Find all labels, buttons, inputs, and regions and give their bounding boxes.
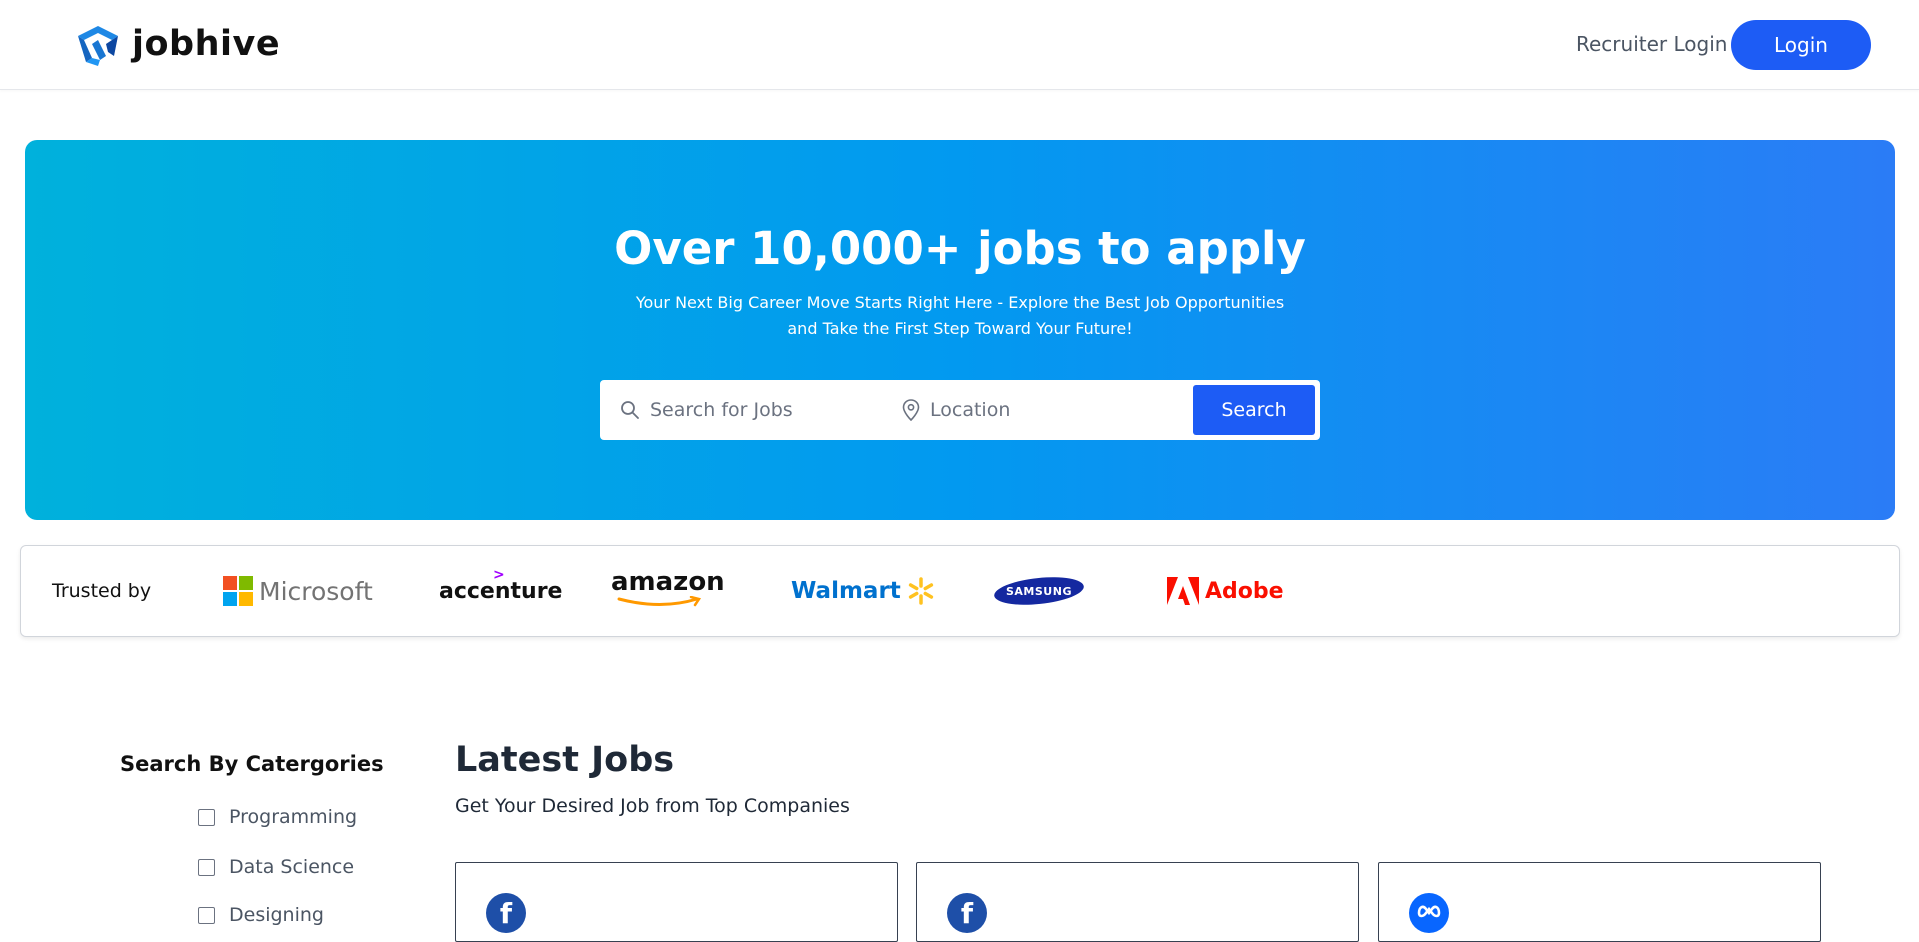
recruiter-login-link[interactable]: Recruiter Login (1576, 32, 1727, 56)
facebook-icon: f (486, 893, 526, 933)
accenture-chevron-icon: > (493, 566, 505, 583)
location-pin-icon (902, 399, 920, 421)
adobe-logo: Adobe (1167, 568, 1284, 614)
adobe-wordmark: Adobe (1205, 578, 1284, 604)
microsoft-wordmark: Microsoft (259, 576, 373, 606)
category-programming[interactable]: Programming (198, 806, 357, 828)
category-label: Data Science (229, 856, 355, 878)
checkbox[interactable] (198, 906, 215, 924)
latest-jobs-title: Latest Jobs (455, 740, 675, 780)
trusted-by-label: Trusted by (52, 580, 152, 602)
category-designing[interactable]: Designing (198, 904, 324, 926)
samsung-logo: SAMSUNG (993, 568, 1085, 614)
walmart-wordmark: Walmart (791, 578, 901, 604)
hero-subtitle: Your Next Big Career Move Starts Right H… (635, 293, 1285, 338)
job-search-field[interactable] (620, 380, 880, 440)
categories-title: Search By Catergories (120, 752, 384, 776)
jobhive-logo[interactable]: jobhive (74, 22, 280, 66)
job-card[interactable]: f (455, 862, 898, 942)
location-input[interactable] (930, 399, 1160, 421)
accenture-logo: accenture > (439, 567, 562, 614)
walmart-spark-icon (908, 577, 933, 605)
job-card[interactable] (1378, 862, 1821, 942)
amazon-logo: amazon (611, 568, 725, 614)
hero-title: Over 10,000+ jobs to apply (614, 222, 1306, 275)
walmart-logo: Walmart (791, 568, 935, 614)
samsung-ellipse-icon: SAMSUNG (994, 577, 1084, 605)
top-navbar: jobhive Recruiter Login Login (0, 0, 1919, 90)
facebook-icon: f (947, 893, 987, 933)
job-card[interactable]: f (916, 862, 1359, 942)
job-search-bar: Search (600, 380, 1320, 440)
accenture-wordmark: accenture > (439, 567, 562, 604)
location-field[interactable] (902, 380, 1172, 440)
job-search-input[interactable] (650, 399, 880, 421)
microsoft-logo: Microsoft (223, 568, 373, 614)
amazon-smile-icon (617, 596, 702, 607)
meta-icon (1409, 893, 1449, 933)
samsung-wordmark: SAMSUNG (1006, 585, 1072, 598)
search-button[interactable]: Search (1193, 385, 1315, 435)
category-label: Designing (229, 904, 324, 926)
amazon-wordmark: amazon (611, 567, 725, 597)
jobhive-logo-icon (78, 26, 118, 66)
hero-banner: Over 10,000+ jobs to apply Your Next Big… (25, 140, 1895, 520)
brand-name: jobhive (132, 24, 281, 64)
category-data-science[interactable]: Data Science (198, 856, 354, 878)
checkbox[interactable] (198, 808, 215, 826)
adobe-icon (1167, 577, 1199, 605)
latest-jobs-subtitle: Get Your Desired Job from Top Companies (455, 795, 850, 817)
trusted-by-strip: Trusted by Microsoft accenture > amazon … (20, 545, 1900, 637)
login-button[interactable]: Login (1731, 20, 1871, 70)
checkbox[interactable] (198, 858, 215, 876)
microsoft-logo-icon (223, 576, 253, 606)
search-icon (621, 401, 639, 419)
category-label: Programming (229, 806, 358, 828)
